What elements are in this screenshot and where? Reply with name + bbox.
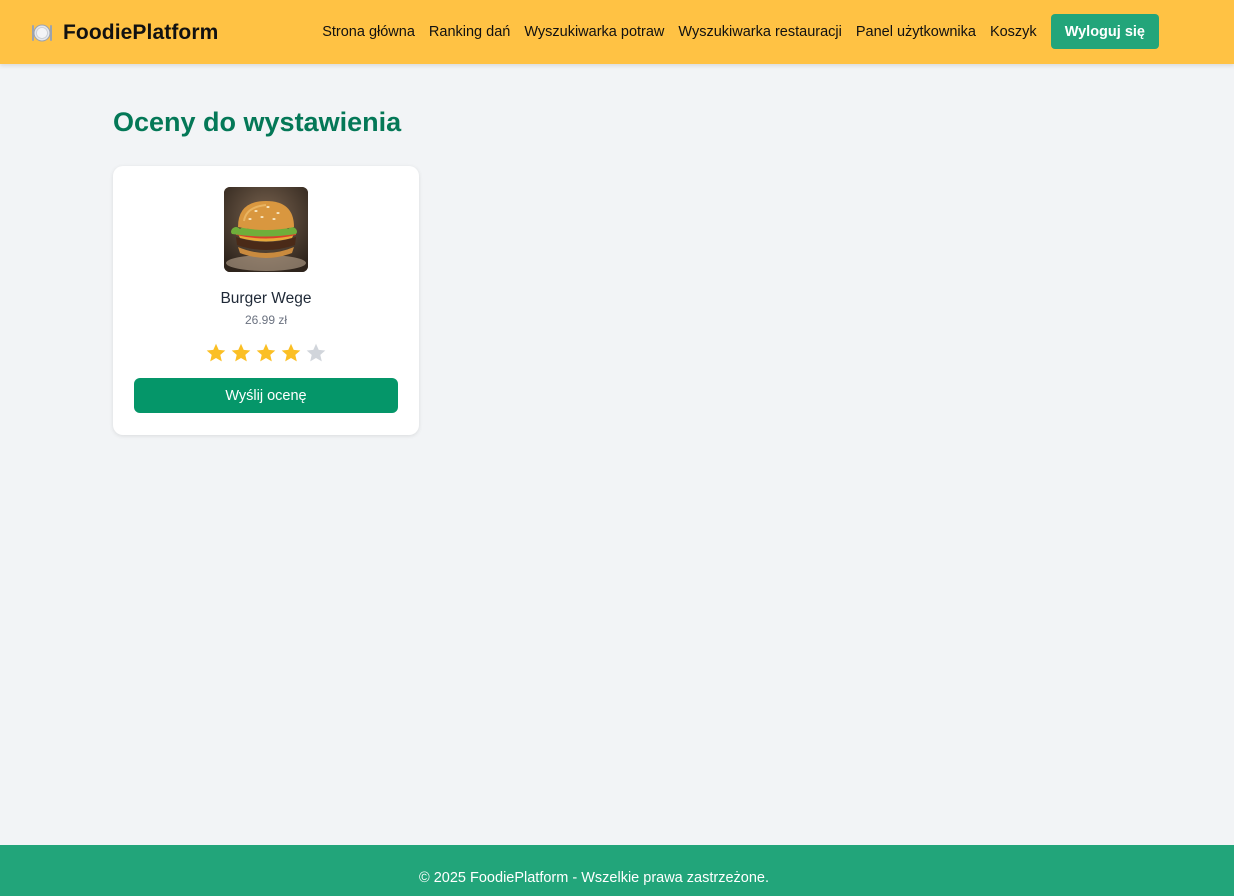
nav-link-ranking[interactable]: Ranking dań [429, 24, 510, 40]
logout-button[interactable]: Wyloguj się [1050, 14, 1159, 49]
nav-link-home[interactable]: Strona główna [322, 24, 415, 40]
footer: © 2025 FoodiePlatform - Wszelkie prawa z… [0, 845, 1234, 896]
brand[interactable]: FoodiePlatform [31, 18, 218, 48]
star-rating [113, 342, 419, 364]
star-filled-icon[interactable] [280, 342, 302, 364]
nav-link-cart[interactable]: Koszyk [990, 24, 1037, 40]
dish-name: Burger Wege [220, 290, 312, 307]
page-title: Oceny do wystawienia [113, 107, 402, 137]
submit-rating-button[interactable]: Wyślij ocenę [134, 378, 398, 413]
burger-image [224, 187, 308, 272]
star-filled-icon[interactable] [205, 342, 227, 364]
nav-link-restaurant-search[interactable]: Wyszukiwarka restauracji [678, 24, 841, 40]
star-filled-icon[interactable] [230, 342, 252, 364]
star-empty-icon[interactable] [305, 342, 327, 364]
dish-price: 26.99 zł [244, 313, 288, 327]
main-nav: Strona główna Ranking dań Wyszukiwarka p… [322, 14, 1159, 49]
nav-link-dish-search[interactable]: Wyszukiwarka potraw [524, 24, 664, 40]
plate-icon [31, 22, 53, 44]
footer-copyright: © 2025 FoodiePlatform - Wszelkie prawa z… [419, 870, 769, 886]
nav-link-user-panel[interactable]: Panel użytkownika [856, 24, 976, 40]
top-navbar: FoodiePlatform Strona główna Ranking dań… [0, 0, 1234, 64]
brand-name: FoodiePlatform [63, 21, 219, 44]
rating-card: Burger Wege 26.99 zł Wyślij ocenę [113, 166, 419, 435]
star-filled-icon[interactable] [255, 342, 277, 364]
